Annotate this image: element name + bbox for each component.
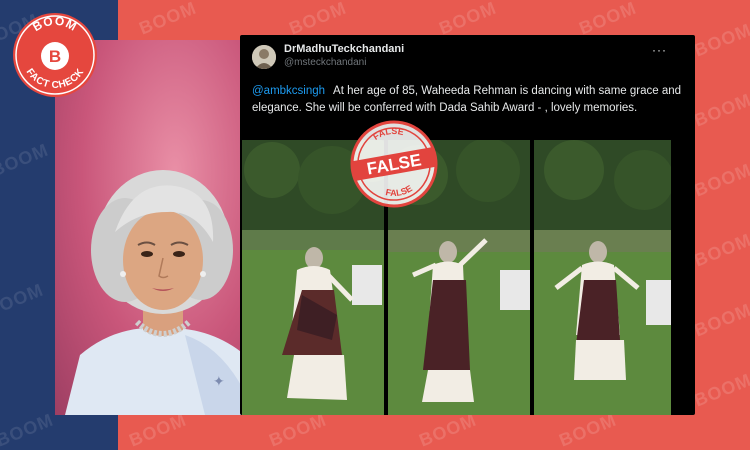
mention-link[interactable]: @ambkcsingh — [252, 85, 325, 97]
watermark: BOOM — [136, 0, 200, 39]
avatar[interactable] — [252, 45, 276, 69]
watermark: BOOM — [436, 0, 500, 39]
tweet-card: DrMadhuTeckchandani @msteckchandani ··· … — [240, 35, 695, 415]
watermark: BOOM — [126, 409, 190, 450]
watermark: BOOM — [416, 409, 480, 450]
video-frame[interactable] — [534, 140, 671, 415]
svg-text:✦: ✦ — [213, 374, 225, 390]
watermark: BOOM — [691, 159, 750, 201]
false-stamp-icon: FALSE FALSE FALSE — [350, 120, 438, 208]
watermark: BOOM — [691, 299, 750, 341]
watermark: BOOM — [0, 409, 57, 450]
watermark: BOOM — [691, 19, 750, 61]
watermark: BOOM — [0, 139, 52, 181]
watermark: BOOM — [576, 0, 640, 39]
user-handle[interactable]: @msteckchandani — [284, 57, 366, 68]
watermark: BOOM — [556, 409, 620, 450]
woman-portrait: ✦ — [65, 170, 260, 415]
watermark: BOOM — [0, 279, 47, 321]
watermark: BOOM — [691, 229, 750, 271]
watermark: BOOM — [266, 409, 330, 450]
display-name[interactable]: DrMadhuTeckchandani — [284, 43, 404, 55]
tweet-text: @ambkcsingh At her age of 85, Waheeda Reh… — [252, 83, 682, 117]
watermark: BOOM — [691, 369, 750, 411]
watermark: BOOM — [286, 0, 350, 39]
more-icon[interactable]: ··· — [652, 43, 667, 57]
watermark: BOOM — [691, 89, 750, 131]
logo-letter: B — [49, 47, 61, 66]
boom-logo-icon: BOOM B FACT CHECK — [13, 13, 97, 97]
